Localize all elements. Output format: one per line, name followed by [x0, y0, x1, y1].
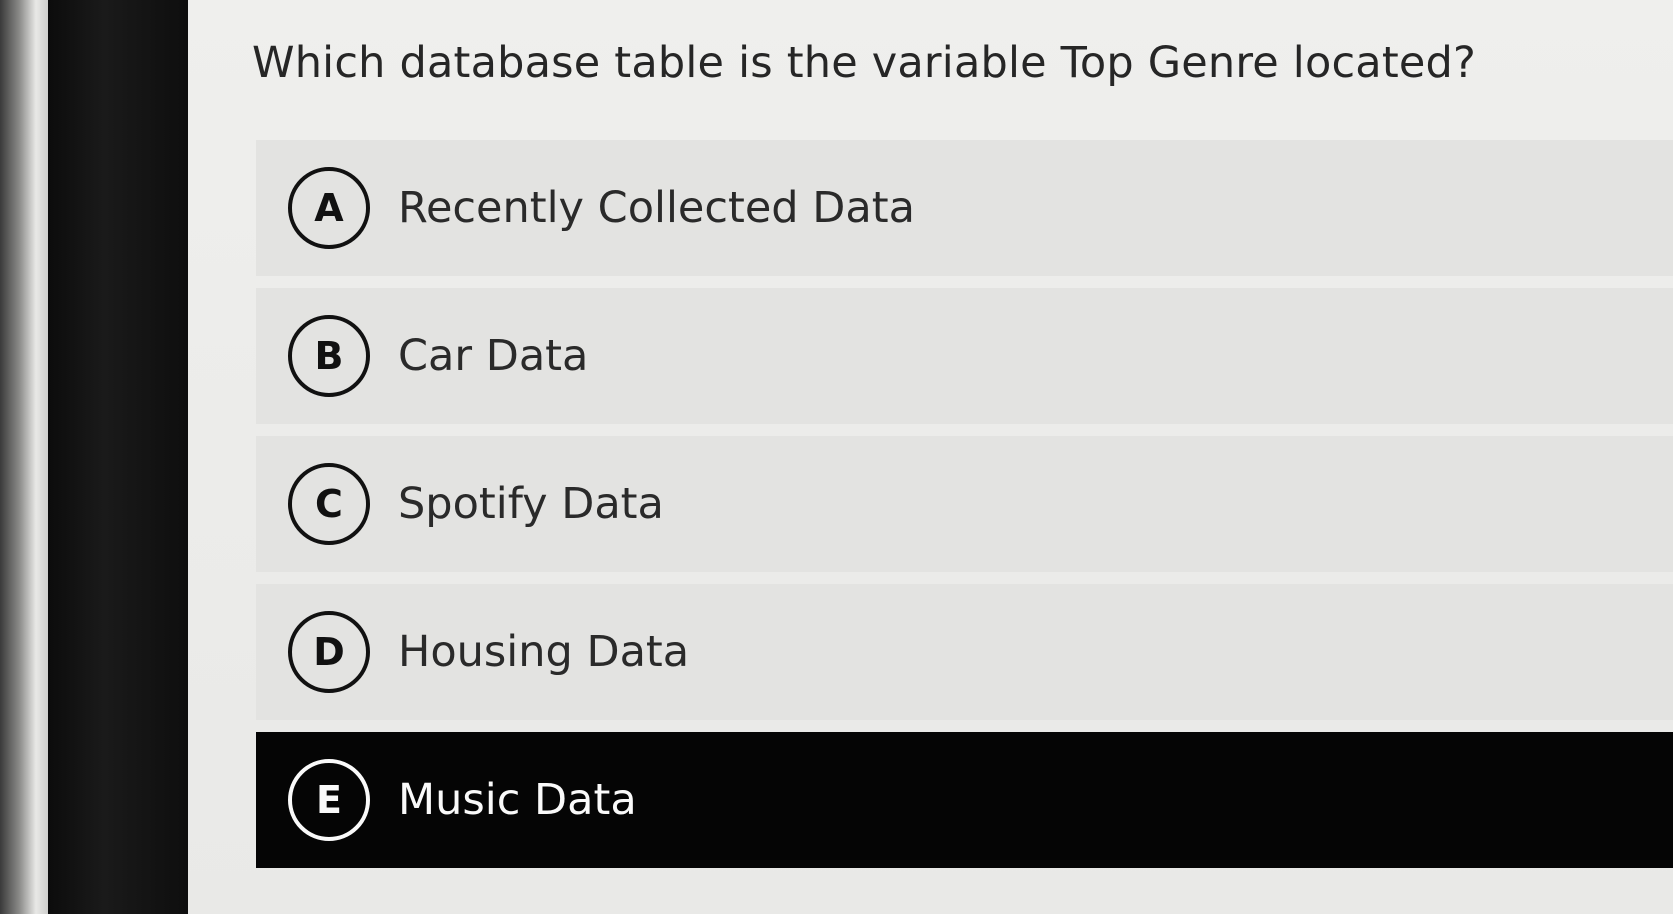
option-e-badge: E — [288, 759, 370, 841]
option-a-badge: A — [288, 167, 370, 249]
option-e[interactable]: E Music Data — [256, 732, 1673, 868]
option-d-badge: D — [288, 611, 370, 693]
option-b[interactable]: B Car Data — [256, 288, 1673, 424]
option-c[interactable]: C Spotify Data — [256, 436, 1673, 572]
option-e-label: Music Data — [398, 775, 637, 825]
option-d-label: Housing Data — [398, 627, 690, 677]
option-c-badge: C — [288, 463, 370, 545]
option-b-badge: B — [288, 315, 370, 397]
option-c-label: Spotify Data — [398, 479, 664, 529]
answer-options: A Recently Collected Data B Car Data C S… — [256, 140, 1673, 880]
option-d[interactable]: D Housing Data — [256, 584, 1673, 720]
monitor-frame — [0, 0, 48, 914]
monitor-bezel — [48, 0, 188, 914]
question-text: Which database table is the variable Top… — [252, 38, 1477, 88]
option-a[interactable]: A Recently Collected Data — [256, 140, 1673, 276]
option-b-label: Car Data — [398, 331, 589, 381]
option-a-label: Recently Collected Data — [398, 183, 915, 233]
